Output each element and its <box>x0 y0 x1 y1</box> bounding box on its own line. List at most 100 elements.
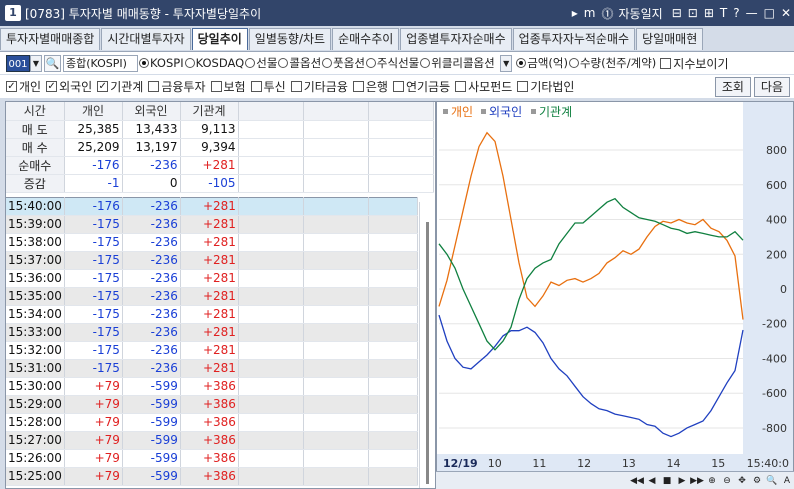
category-checkbox-6[interactable]: 기타금융 <box>290 78 348 95</box>
category-checkbox-5[interactable]: 투신 <box>250 78 286 95</box>
tab-sector-net-buy[interactable]: 업종별투자자순매수 <box>400 28 512 50</box>
radio-quantity[interactable]: 수량(천주/계약) <box>568 55 656 71</box>
table-row[interactable]: 15:34:00 -175 -236 +281 <box>6 305 418 324</box>
checkbox-box[interactable]: ✓ <box>46 81 58 92</box>
table-row[interactable]: 15:36:00 -175 -236 +281 <box>6 269 418 288</box>
code-input[interactable]: 001 <box>6 54 30 72</box>
chart-panel: 800 600 400 200 0 -200 -400 -600 -800 12/19 10 11 12… <box>436 101 794 489</box>
tab-investor-summary[interactable]: 투자자별매매종합 <box>0 28 101 50</box>
category-checkbox-2[interactable]: ✓ 기관계 <box>97 78 143 95</box>
checkbox-box[interactable]: ✓ <box>6 81 17 92</box>
radio-futures[interactable]: 선물 <box>245 55 277 71</box>
category-checkbox-0[interactable]: ✓ 개인 <box>6 78 41 95</box>
query-button[interactable]: 조회 <box>714 76 751 97</box>
table-row[interactable]: 15:38:00 -175 -236 +281 <box>6 233 418 252</box>
tab-intraday-trend[interactable]: 당일추이 <box>191 28 248 50</box>
value-cell: -175 <box>64 233 123 252</box>
value-cell: +386 <box>180 431 239 450</box>
text-icon[interactable]: A <box>780 474 794 488</box>
table-row[interactable]: 15:25:00 +79 -599 +386 <box>6 467 418 486</box>
checkbox-box[interactable] <box>290 81 302 92</box>
rewind-icon[interactable]: ◀◀ <box>630 474 644 488</box>
next-button[interactable]: 다음 <box>753 76 790 97</box>
checkbox-box[interactable] <box>455 81 467 92</box>
layout-icon[interactable]: ⊟ <box>672 6 682 20</box>
help-icon[interactable]: ? <box>733 6 739 20</box>
table-row[interactable]: 15:32:00 -175 -236 +281 <box>6 341 418 360</box>
category-checkbox-4[interactable]: 보험 <box>210 78 246 95</box>
play-icon[interactable]: ▸ <box>572 6 578 20</box>
radio-amount[interactable]: 금액(억) <box>516 55 568 71</box>
value-cell: +281 <box>180 197 239 216</box>
scroll-thumb[interactable] <box>426 222 429 484</box>
radio-call[interactable]: 콜옵션 <box>278 55 321 71</box>
tab-net-buy-trend[interactable]: 순매수추이 <box>332 28 400 50</box>
table-row[interactable]: 15:28:00 +79 -599 +386 <box>6 413 418 432</box>
value-cell: +79 <box>64 413 123 432</box>
move-icon[interactable]: ✥ <box>735 474 749 488</box>
radio-kospi[interactable]: KOSPI <box>139 56 184 70</box>
font-icon[interactable]: T <box>720 6 727 20</box>
autolock-label[interactable]: 자동일지 <box>619 5 663 22</box>
col-foreign: 외국인 <box>122 102 181 121</box>
tab-intraday-trade[interactable]: 당일매매현 <box>636 28 704 50</box>
zoom-icon[interactable]: ⊕ <box>705 474 719 488</box>
memo-icon[interactable]: m <box>584 6 596 20</box>
time-cell: 15:33:00 <box>6 323 65 342</box>
close-icon[interactable]: ✕ <box>781 6 791 20</box>
checkbox-box[interactable] <box>210 81 222 92</box>
category-checkbox-3[interactable]: 금융투자 <box>148 78 206 95</box>
chevron-down-icon[interactable]: ▼ <box>30 54 42 72</box>
info-icon[interactable]: ⓵ <box>602 5 614 22</box>
table-row[interactable]: 15:35:00 -175 -236 +281 <box>6 287 418 306</box>
tab-sector-cumulative[interactable]: 업종투자자누적순매수 <box>512 28 636 50</box>
minimize-icon[interactable]: — <box>746 6 758 20</box>
search-icon[interactable]: 🔍 <box>44 54 61 72</box>
search-icon[interactable]: 🔍 <box>765 474 779 488</box>
stop-icon[interactable]: ■ <box>660 474 674 488</box>
checkbox-box[interactable] <box>250 81 262 92</box>
index-view-checkbox[interactable]: 지수보이기 <box>660 55 728 72</box>
checkbox-box[interactable] <box>517 81 529 92</box>
summary-cell: 25,209 <box>64 138 123 157</box>
tab-timeframe-investor[interactable]: 시간대별투자자 <box>101 28 191 50</box>
table-row[interactable]: 15:30:00 +79 -599 +386 <box>6 377 418 396</box>
scrollbar[interactable] <box>419 202 435 488</box>
table-row[interactable]: 15:29:00 +79 -599 +386 <box>6 395 418 414</box>
table-row[interactable]: 15:37:00 -175 -236 +281 <box>6 251 418 270</box>
table-row[interactable]: 15:31:00 -175 -236 +281 <box>6 359 418 378</box>
category-checkbox-10[interactable]: 기타법인 <box>517 78 574 95</box>
checkbox-box[interactable] <box>352 81 364 92</box>
tab-daily-chart[interactable]: 일별동향/차트 <box>248 28 332 50</box>
table-row[interactable]: 15:26:00 +79 -599 +386 <box>6 449 418 468</box>
forward-icon[interactable]: ▶▶ <box>690 474 704 488</box>
zoom-out-icon[interactable]: ⊖ <box>720 474 734 488</box>
category-checkbox-1[interactable]: ✓ 외국인 <box>46 78 92 95</box>
next-icon[interactable]: ▶ <box>675 474 689 488</box>
radio-stock-futures[interactable]: 주식선물 <box>365 55 419 71</box>
maximize-icon[interactable]: □ <box>764 6 775 20</box>
time-cell: 15:25:00 <box>6 467 65 486</box>
radio-kosdaq[interactable]: KOSDAQ <box>184 56 244 70</box>
table-row[interactable]: 15:40:00 -176 -236 +281 <box>6 197 418 216</box>
summary-cell: -236 <box>122 156 181 175</box>
table-row[interactable]: 15:33:00 -175 -236 +281 <box>6 323 418 342</box>
table-row[interactable]: 15:27:00 +79 -599 +386 <box>6 431 418 450</box>
radio-put[interactable]: 풋옵션 <box>322 55 365 71</box>
market-name: 종합(KOSPI) <box>63 54 138 72</box>
chevron-down-icon[interactable]: ▼ <box>500 54 513 72</box>
category-checkbox-9[interactable]: 사모펀드 <box>455 78 512 95</box>
gear-icon[interactable]: ⚙ <box>750 474 764 488</box>
prev-icon[interactable]: ◀ <box>645 474 659 488</box>
table-row[interactable]: 15:39:00 -175 -236 +281 <box>6 215 418 234</box>
checkbox-box[interactable] <box>392 81 404 92</box>
radio-weekly-call[interactable]: 위클리콜옵션 <box>420 55 500 71</box>
checkbox-box[interactable] <box>148 81 160 92</box>
summary-cell: 25,385 <box>64 120 123 139</box>
grid-icon[interactable]: ⊞ <box>704 6 714 20</box>
copy-icon[interactable]: ⊡ <box>688 6 698 20</box>
category-checkbox-7[interactable]: 은행 <box>352 78 388 95</box>
category-checkbox-8[interactable]: 연기금등 <box>392 78 450 95</box>
checkbox-box[interactable]: ✓ <box>97 81 109 92</box>
x-tick-label: 14 <box>667 457 681 470</box>
